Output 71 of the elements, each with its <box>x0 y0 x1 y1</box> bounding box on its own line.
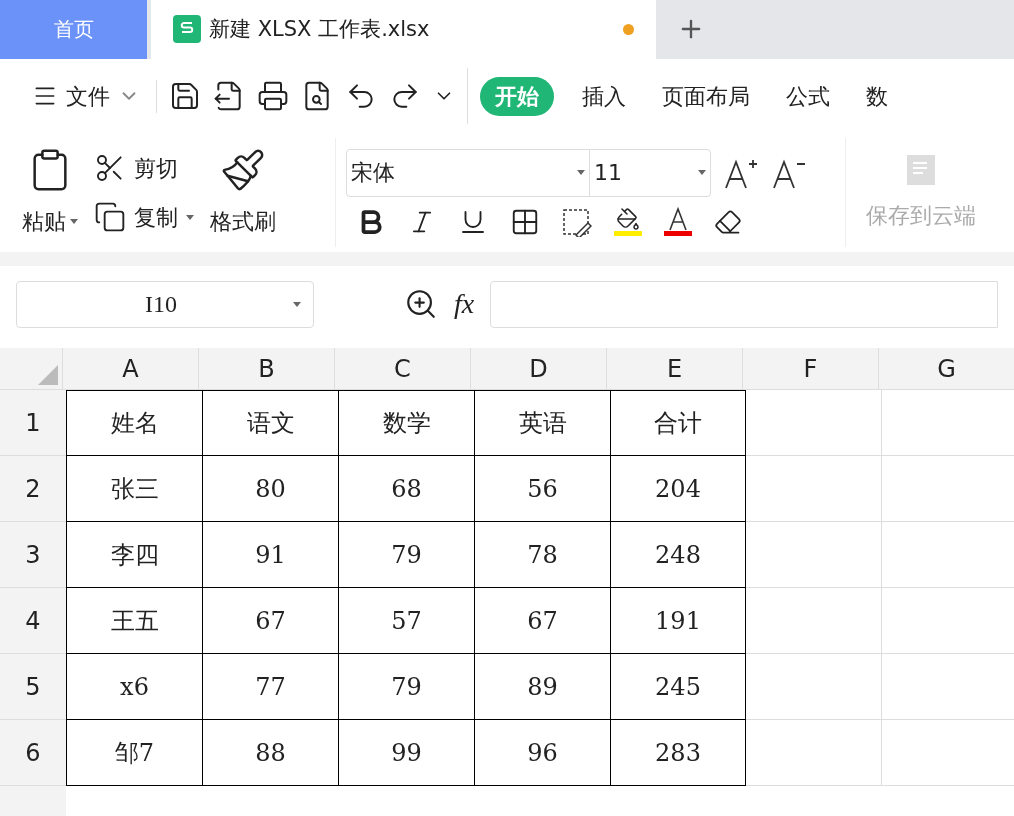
caret-icon <box>186 214 194 220</box>
table-cell: 77 <box>202 654 338 720</box>
table-cell: 合计 <box>610 390 746 456</box>
cell-style-icon[interactable] <box>562 206 592 237</box>
table-cell: 80 <box>202 456 338 522</box>
function-label[interactable]: fx <box>454 283 475 326</box>
table-cell: 57 <box>338 588 474 654</box>
copy-icon <box>94 201 126 234</box>
column-header[interactable]: B <box>198 348 334 389</box>
column-header[interactable]: C <box>334 348 470 389</box>
file-menu-button[interactable]: 文件 <box>32 79 157 113</box>
table-cell: 语文 <box>202 390 338 456</box>
format-painter-button[interactable]: 格式刷 <box>210 147 276 239</box>
table-cell: 89 <box>474 654 610 720</box>
document-tab[interactable]: 新建 XLSX 工作表.xlsx <box>151 0 656 59</box>
table-cell: 283 <box>610 720 746 786</box>
table-cell: 56 <box>474 456 610 522</box>
font-color-icon[interactable] <box>664 207 692 237</box>
table-cell: 79 <box>338 654 474 720</box>
fill-color-icon[interactable] <box>614 207 642 237</box>
table-cell: 91 <box>202 522 338 588</box>
table-cell: 姓名 <box>66 390 202 456</box>
triangle-icon <box>38 365 58 385</box>
table-cell: 张三 <box>66 456 202 522</box>
table-cell: 李四 <box>66 522 202 588</box>
row-header[interactable]: 2 <box>0 456 66 522</box>
table-cell: 96 <box>474 720 610 786</box>
table-cell: 248 <box>610 522 746 588</box>
table-cell: 204 <box>610 456 746 522</box>
copy-button[interactable]: 复制 <box>94 200 194 234</box>
table-cell: 79 <box>338 522 474 588</box>
column-header[interactable]: G <box>878 348 1014 389</box>
ribbon-tab[interactable]: 页面布局 <box>654 79 758 113</box>
row-header[interactable]: 5 <box>0 654 66 720</box>
cut-button[interactable]: 剪切 <box>94 151 194 185</box>
ribbon-tab[interactable]: 公式 <box>778 79 838 113</box>
formula-input-field[interactable] <box>490 280 998 328</box>
row-header[interactable]: 4 <box>0 588 66 654</box>
table-cell: 王五 <box>66 588 202 654</box>
row-header[interactable]: 1 <box>0 390 66 456</box>
column-header[interactable]: E <box>606 348 742 389</box>
caret-icon <box>70 219 78 225</box>
spreadsheet-icon <box>173 15 201 44</box>
table-cell: 67 <box>474 588 610 654</box>
table-cell: 245 <box>610 654 746 720</box>
font-name-dropdown[interactable]: 宋体 <box>347 149 590 196</box>
name-box[interactable]: I10 <box>16 280 314 328</box>
font-size-dropdown[interactable]: 11 <box>590 149 710 196</box>
caret-icon <box>293 301 301 307</box>
table-cell: x6 <box>66 654 202 720</box>
row-header[interactable]: 3 <box>0 522 66 588</box>
table-cell: 邹7 <box>66 720 202 786</box>
ribbon-tab[interactable]: 插入 <box>574 79 634 113</box>
column-header[interactable]: A <box>62 348 198 389</box>
table-cell: 191 <box>610 588 746 654</box>
paste-button[interactable]: 粘贴 <box>22 147 78 239</box>
table-cell: 数学 <box>338 390 474 456</box>
column-header[interactable]: D <box>470 348 606 389</box>
table-cell: 英语 <box>474 390 610 456</box>
table-cell: 67 <box>202 588 338 654</box>
table-cell: 78 <box>474 522 610 588</box>
print-icon[interactable] <box>257 80 289 113</box>
table-cell: 88 <box>202 720 338 786</box>
column-header[interactable]: F <box>742 348 878 389</box>
table-cell: 68 <box>338 456 474 522</box>
row-header[interactable]: 6 <box>0 720 66 786</box>
caret-icon <box>698 170 706 176</box>
document-icon <box>905 153 937 188</box>
table-cell: 99 <box>338 720 474 786</box>
ribbon-tab[interactable]: 数 <box>858 79 896 113</box>
caret-icon <box>577 170 585 176</box>
